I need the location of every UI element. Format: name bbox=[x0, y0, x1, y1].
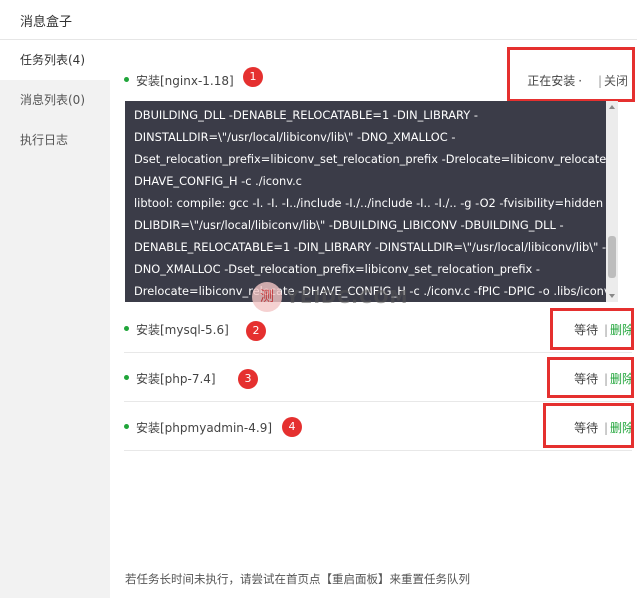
annotation-box-3 bbox=[547, 357, 634, 398]
annotation-box-1 bbox=[507, 47, 635, 102]
task-panel: 安装[nginx-1.18] 正在安装 · | 关闭 1 DBUILDING_DLL… bbox=[110, 40, 637, 598]
status-dot-icon bbox=[124, 424, 129, 429]
task-name: 安装[php-7.4] bbox=[136, 372, 216, 386]
status-dot-icon bbox=[124, 326, 129, 331]
sidebar-item-execution-log[interactable]: 执行日志 bbox=[0, 120, 110, 160]
window-titlebar: 消息盒子 bbox=[0, 0, 637, 40]
log-line: DHAVE_CONFIG_H -c ./iconv.c bbox=[134, 174, 302, 188]
task-name: 安装[phpmyadmin-4.9] bbox=[136, 421, 273, 435]
log-line: DLIBDIR=\"/usr/local/libiconv/lib\" -DBU… bbox=[134, 218, 564, 232]
annotation-badge-2: 2 bbox=[246, 321, 266, 341]
row-divider bbox=[124, 352, 632, 353]
scroll-down-icon[interactable] bbox=[609, 294, 615, 298]
row-divider bbox=[124, 450, 632, 451]
watermark-text: YEIDC.COM bbox=[286, 286, 409, 308]
annotation-badge-4: 4 bbox=[282, 417, 302, 437]
log-line: libtool: compile: gcc -I. -I. -I../inclu… bbox=[134, 196, 606, 210]
log-line: DNO_XMALLOC -Dset_relocation_prefix=libi… bbox=[134, 262, 541, 276]
status-dot-icon bbox=[124, 77, 129, 82]
task-name: 安装[mysql-5.6] bbox=[136, 323, 229, 337]
status-dot-icon bbox=[124, 375, 129, 380]
log-scrollbar[interactable] bbox=[606, 101, 618, 302]
window-title: 消息盒子 bbox=[20, 15, 73, 30]
watermark: 测 YEIDC.COM bbox=[252, 282, 408, 312]
footer-hint: 若任务长时间未执行，请尝试在首页点【重启面板】来重置任务队列 bbox=[125, 572, 470, 586]
log-line: DENABLE_RELOCATABLE=1 -DIN_LIBRARY -DINS… bbox=[134, 240, 606, 254]
annotation-box-2 bbox=[550, 308, 634, 350]
scroll-up-icon[interactable] bbox=[609, 105, 615, 109]
row-divider bbox=[124, 401, 632, 402]
scrollbar-thumb[interactable] bbox=[608, 236, 616, 278]
log-line: DINSTALLDIR=\"/usr/local/libiconv/lib\" … bbox=[134, 130, 456, 144]
annotation-badge-1: 1 bbox=[243, 67, 263, 87]
task-name: 安装[nginx-1.18] bbox=[136, 74, 234, 88]
log-line: Dset_relocation_prefix=libiconv_set_relo… bbox=[134, 152, 606, 166]
sidebar-item-message-list[interactable]: 消息列表(0) bbox=[0, 80, 110, 120]
install-log-console: DBUILDING_DLL -DENABLE_RELOCATABLE=1 -DI… bbox=[125, 101, 606, 302]
annotation-box-4 bbox=[543, 403, 634, 448]
sidebar: 任务列表(4) 消息列表(0) 执行日志 bbox=[0, 40, 110, 598]
log-line: DBUILDING_DLL -DENABLE_RELOCATABLE=1 -DI… bbox=[134, 108, 478, 122]
watermark-logo-icon: 测 bbox=[252, 282, 282, 312]
annotation-badge-3: 3 bbox=[238, 369, 258, 389]
sidebar-item-task-list[interactable]: 任务列表(4) bbox=[0, 40, 110, 80]
